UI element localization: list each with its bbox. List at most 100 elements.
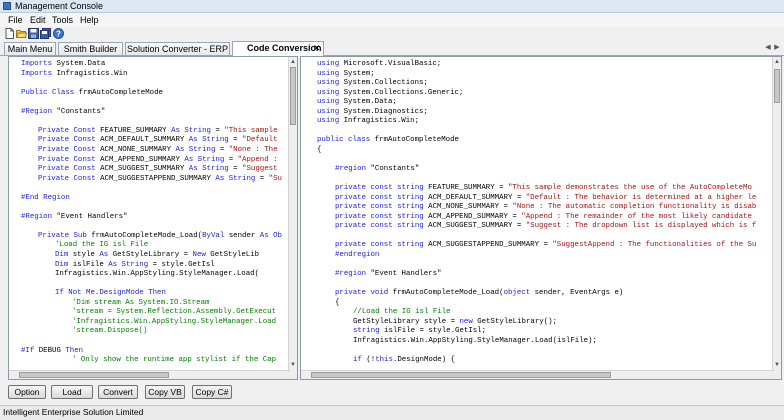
tab-close-icon[interactable]: ✕ <box>313 42 321 54</box>
app-icon <box>3 2 11 10</box>
convert-button[interactable]: Convert <box>98 385 138 399</box>
code-token: Private Const <box>38 165 101 174</box>
code-token: If Not Me <box>55 289 95 298</box>
option-button[interactable]: Option <box>8 385 46 399</box>
tab-solution-converter-erp[interactable]: Solution Converter - ERP <box>125 42 230 55</box>
vb-scroll-down-icon[interactable]: ▼ <box>289 361 297 369</box>
menu-file[interactable]: File <box>8 13 23 27</box>
code-token: As String <box>215 174 256 183</box>
code-token: this <box>375 356 393 365</box>
new-file-icon[interactable] <box>4 28 15 39</box>
code-token: ACM_NONE_SUMMARY = <box>428 203 513 212</box>
code-token: ACM_DEFAULT_SUMMARY = <box>428 193 526 202</box>
code-token: { <box>335 298 340 307</box>
code-line: string islFile = style.GetIsl; <box>353 327 486 336</box>
code-token: private const string <box>335 193 429 202</box>
status-bar: Intelligent Enterprise Solution Limited … <box>0 405 784 420</box>
help-icon[interactable]: ? <box>53 28 64 39</box>
code-token: New <box>192 251 211 259</box>
csharp-hscroll-thumb[interactable] <box>311 372 611 378</box>
vb-horizontal-scrollbar[interactable] <box>9 370 290 379</box>
code-token: using <box>317 60 344 68</box>
vb-vertical-scrollbar[interactable]: ▲ ▼ <box>288 57 297 379</box>
code-token: "Suggest <box>242 165 278 174</box>
vb-scroll-up-icon[interactable]: ▲ <box>289 58 297 66</box>
code-token: Private Const <box>38 126 101 135</box>
tab-strip: Main Menu Smith Builder Solution Convert… <box>0 41 784 56</box>
status-text: Intelligent Enterprise Solution Limited <box>3 407 144 417</box>
copy-csharp-button[interactable]: Copy C# <box>192 385 232 399</box>
code-line: Private Const ACM_SUGGESTAPPEND_SUMMARY … <box>38 175 282 184</box>
save-all-icon[interactable] <box>40 28 51 39</box>
code-token: using <box>317 88 344 97</box>
code-token: = <box>228 136 243 145</box>
tab-smith-builder[interactable]: Smith Builder <box>58 42 123 55</box>
code-line: Imports System.Data <box>21 60 105 69</box>
tab-code-conversion-label: Code Conversion <box>247 43 322 53</box>
code-token: using <box>317 69 344 78</box>
code-token: ByVal <box>202 231 229 240</box>
code-token: "Constants" <box>56 107 106 116</box>
vb-hscroll-thumb[interactable] <box>19 372 169 378</box>
code-line: Dim islFile As String = style.GetIsl <box>55 261 215 270</box>
code-line: #Region "Constants" <box>21 108 105 117</box>
open-folder-icon[interactable] <box>16 28 27 39</box>
vb-scroll-thumb[interactable] <box>290 67 296 125</box>
code-token: frmAutoCompleteMode <box>78 88 163 97</box>
code-token: "Su <box>268 174 282 183</box>
code-token: using <box>317 98 344 107</box>
menu-help[interactable]: Help <box>80 13 99 27</box>
code-line: 'stream = System.Reflection.Assembly.Get… <box>72 308 276 317</box>
save-icon[interactable] <box>28 28 39 39</box>
code-line: //Load the IG isl File <box>353 308 451 317</box>
csharp-scroll-up-icon[interactable]: ▲ <box>773 58 781 66</box>
tab-scroll-left-icon[interactable]: ◀ <box>764 43 772 53</box>
title-bar: Management Console <box>0 0 784 13</box>
menu-tools[interactable]: Tools <box>52 13 73 27</box>
tab-scroll-right-icon[interactable]: ▶ <box>773 43 781 53</box>
code-token: Private Const <box>38 155 101 164</box>
csharp-scroll-down-icon[interactable]: ▼ <box>773 361 781 369</box>
code-line: private const string ACM_APPEND_SUMMARY … <box>335 213 752 222</box>
load-button[interactable]: Load <box>51 385 93 399</box>
vb-code-editor[interactable]: Imports System.Data Imports Infragistics.… <box>8 56 298 380</box>
code-line: Private Const ACM_DEFAULT_SUMMARY As Str… <box>38 136 278 145</box>
code-token: #region <box>335 270 371 279</box>
csharp-horizontal-scrollbar[interactable] <box>301 370 774 379</box>
code-token: private const string <box>335 203 429 212</box>
code-token: "Append : The remainder of the most like… <box>521 212 752 221</box>
code-token: Public Class <box>21 88 79 97</box>
resize-grip-icon[interactable]: ⋰ <box>3 406 12 417</box>
code-line: { <box>335 299 339 308</box>
code-token: DesignMode Then <box>99 289 166 298</box>
code-token: sender <box>228 231 260 240</box>
code-token: = <box>228 165 243 174</box>
code-line: #Region "Event Handlers" <box>21 213 127 222</box>
tab-main-menu[interactable]: Main Menu <box>4 42 56 55</box>
code-token: Infragistics.Win <box>56 69 128 78</box>
code-token: Imports <box>21 69 57 78</box>
menu-edit[interactable]: Edit <box>30 13 46 27</box>
tab-code-conversion[interactable]: Code Conversion <box>232 41 324 56</box>
csharp-vertical-scrollbar[interactable]: ▲ ▼ <box>772 57 781 379</box>
code-token: GetStyleLibrary(); <box>477 317 558 326</box>
code-token: FEATURE_SUMMARY <box>100 126 172 135</box>
code-token: using <box>317 117 344 126</box>
code-token: System.Data <box>56 60 106 68</box>
code-token: islFile <box>72 260 109 269</box>
svg-text:?: ? <box>56 30 61 39</box>
code-token: (! <box>366 356 376 365</box>
code-token: Microsoft.VisualBasic; <box>343 60 442 68</box>
code-token: ACM_APPEND_SUMMARY <box>100 155 185 164</box>
code-token: ACM_SUGGESTAPPEND_SUMMARY <box>100 174 216 183</box>
csharp-code-editor[interactable]: using Microsoft.VisualBasic; using System… <box>300 56 782 380</box>
code-line: If Not Me.DesignMode Then <box>55 289 166 298</box>
code-token: As String <box>175 145 216 154</box>
window-title: Management Console <box>15 1 104 11</box>
code-token: "Constants" <box>370 165 420 174</box>
code-token: "Event Handlers" <box>56 212 128 221</box>
code-token: As Ob <box>259 231 282 240</box>
copy-vb-button[interactable]: Copy VB <box>145 385 185 399</box>
csharp-scroll-thumb[interactable] <box>774 69 780 103</box>
menu-bar: File Edit Tools Help <box>0 13 784 27</box>
